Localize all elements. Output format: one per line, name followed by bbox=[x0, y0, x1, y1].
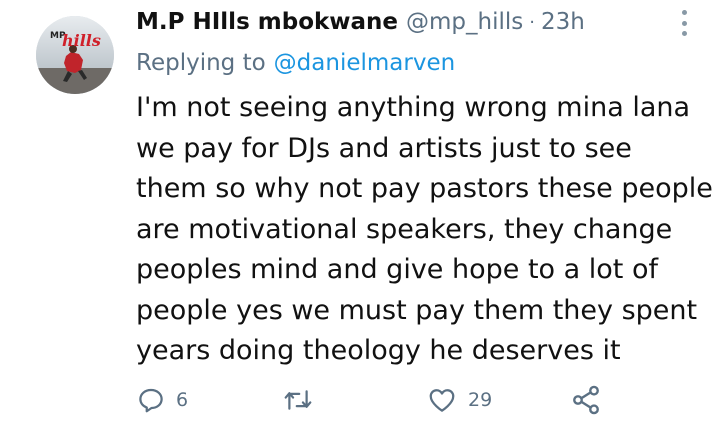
tweet-text-line: years doing theology he deserves it bbox=[136, 335, 621, 366]
like-count: 29 bbox=[468, 389, 493, 411]
reply-button[interactable]: 6 bbox=[136, 382, 188, 418]
avatar[interactable]: MP hills bbox=[36, 16, 114, 94]
separator-dot: · bbox=[529, 11, 536, 33]
like-button[interactable]: 29 bbox=[426, 382, 492, 418]
tweet-text-line: we pay for DJs and artists just to see bbox=[136, 132, 632, 164]
reply-to-handle-link[interactable]: @danielmarven bbox=[274, 50, 456, 76]
user-handle[interactable]: @mp_hills bbox=[406, 9, 523, 35]
tweet-header: M.P HIlls mbokwane @mp_hills · 23h bbox=[136, 4, 585, 40]
avatar-logo-bottom: hills bbox=[62, 31, 101, 50]
retweet-button[interactable] bbox=[282, 382, 324, 418]
tweet-text: I'm not seeing anything wrong mina lana … bbox=[136, 88, 713, 372]
more-options-icon[interactable] bbox=[674, 8, 694, 38]
avatar-image: MP hills bbox=[36, 16, 114, 94]
tweet-text-line: peoples mind and give hope to a lot of bbox=[136, 254, 658, 285]
replying-to: Replying to @danielmarven bbox=[136, 46, 455, 80]
share-icon bbox=[573, 385, 599, 415]
reply-icon bbox=[139, 388, 163, 413]
display-name[interactable]: M.P HIlls mbokwane bbox=[136, 9, 398, 35]
tweet-text-line: I'm not seeing anything wrong mina lana bbox=[136, 92, 691, 123]
reply-count: 6 bbox=[176, 389, 189, 411]
tweet-text-line: people yes we must pay them they spent bbox=[136, 294, 698, 326]
tweet-actions: 6 29 bbox=[0, 382, 720, 418]
replying-to-label: Replying to bbox=[136, 50, 266, 76]
retweet-icon bbox=[284, 390, 312, 410]
tweet-text-line: are motivational speakers, they change bbox=[136, 213, 673, 245]
tweet[interactable]: MP hills M.P HIlls mbokwane @mp_hills · … bbox=[0, 0, 720, 426]
timestamp[interactable]: 23h bbox=[541, 9, 585, 35]
tweet-text-line: them so why not pay pastors these people bbox=[136, 173, 713, 204]
heart-icon bbox=[429, 389, 455, 412]
share-button[interactable] bbox=[570, 382, 612, 418]
